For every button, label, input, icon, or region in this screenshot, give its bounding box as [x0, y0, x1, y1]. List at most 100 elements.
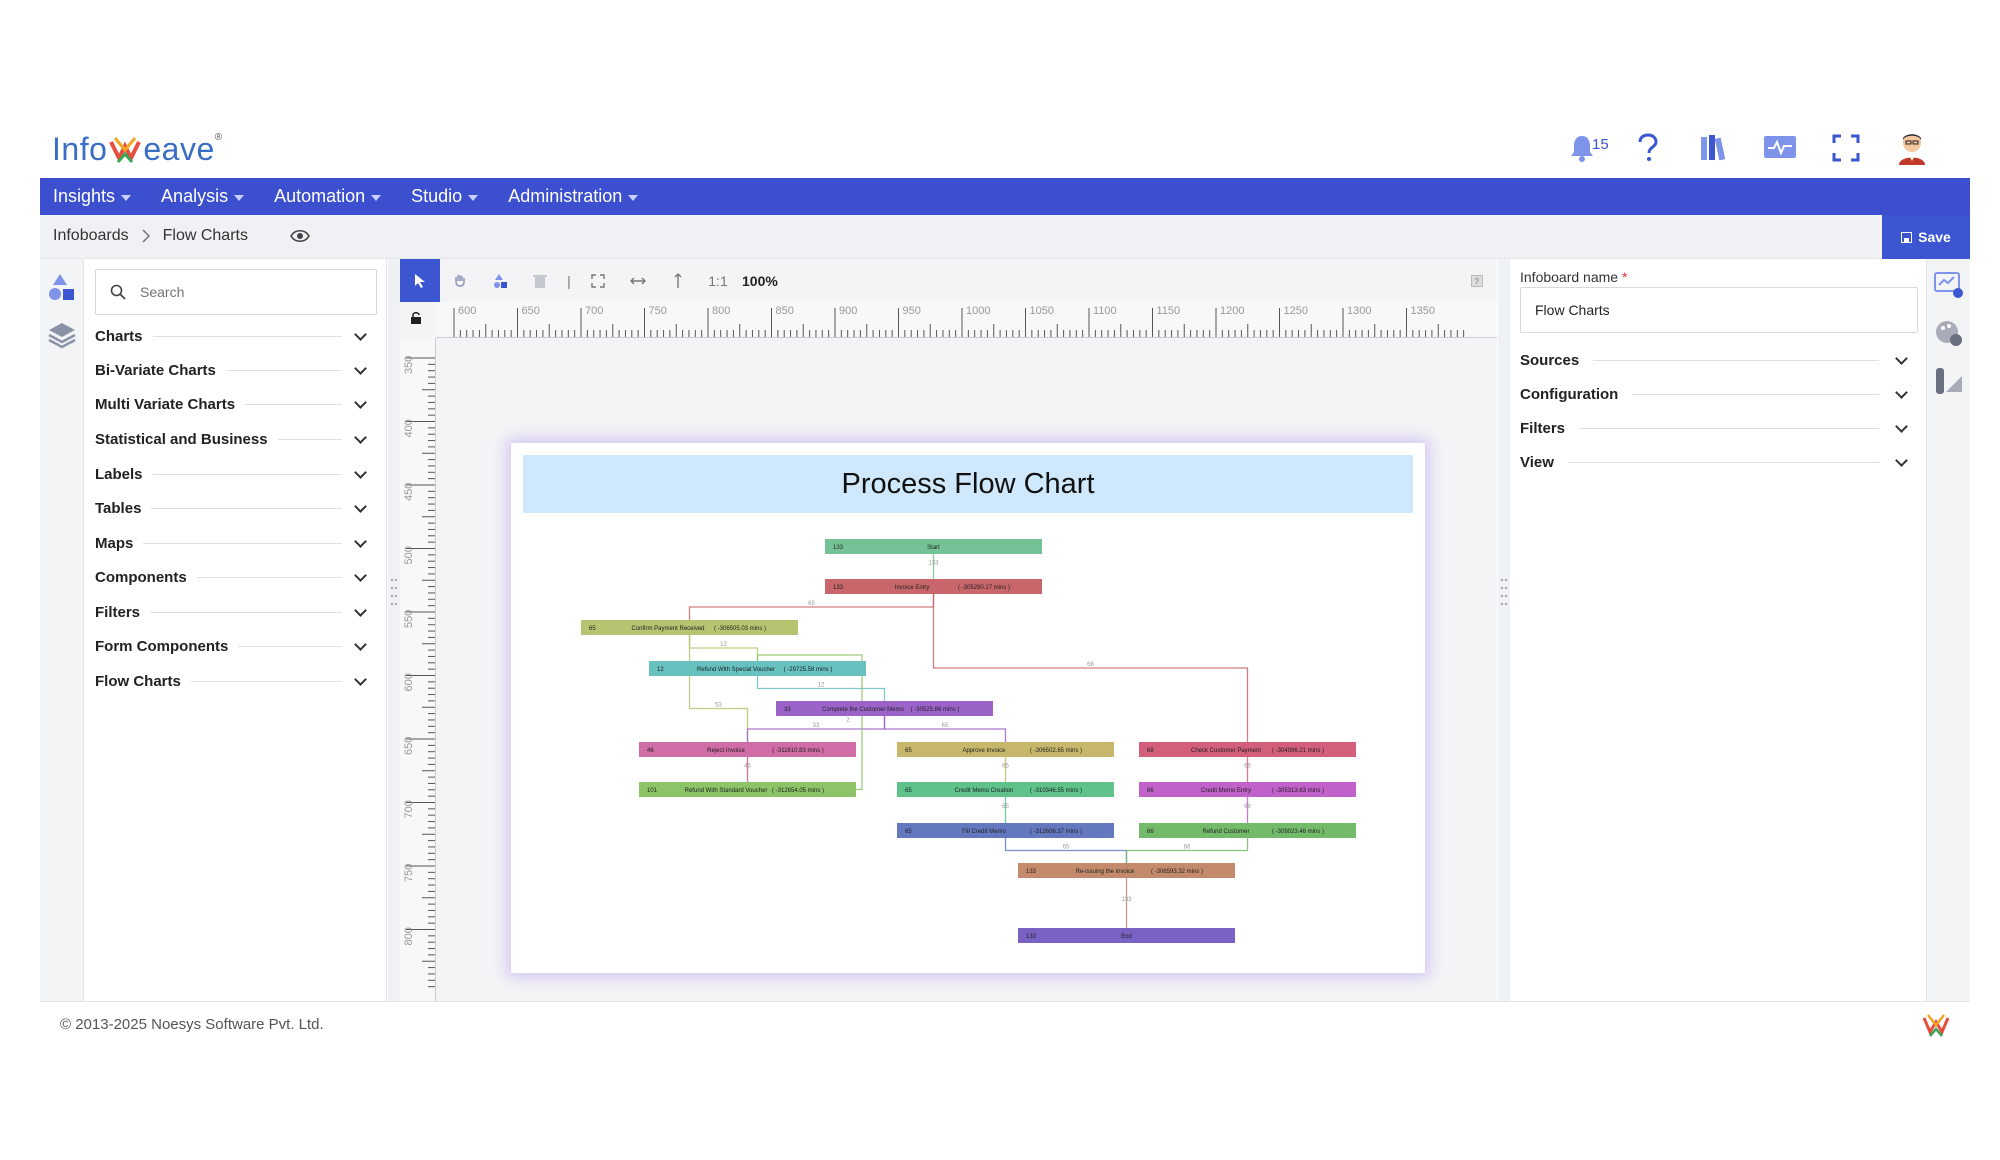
ruler-label: 1350 — [1411, 305, 1435, 317]
flow-node-duration: ( -311610.83 mins ) — [772, 748, 824, 754]
search-icon — [110, 284, 126, 300]
ruler-label: 1300 — [1347, 305, 1371, 317]
shapes-tool[interactable] — [480, 259, 520, 302]
category-flow-charts[interactable]: Flow Charts — [95, 667, 377, 695]
chevron-down-icon — [354, 499, 367, 513]
flow-chart-widget[interactable]: 133 65 68 12 53 12 33 65 46 2 65 65 66 66 65 66 133 133 St… — [511, 443, 1425, 973]
right-splitter[interactable] — [1498, 259, 1510, 1001]
flow-edge-label: 2 — [846, 718, 850, 724]
category-filters[interactable]: Filters — [95, 598, 377, 626]
category-charts[interactable]: Charts — [95, 322, 377, 350]
flow-node-check-payment[interactable]: 68 Check Customer Payment ( -304996.21 min… — [1139, 742, 1356, 757]
category-labels[interactable]: Labels — [95, 460, 377, 488]
category-tables[interactable]: Tables — [95, 494, 377, 522]
lock-icon[interactable] — [410, 311, 422, 325]
ruler-label: 1150 — [1157, 305, 1181, 317]
section-filters[interactable]: Filters — [1520, 414, 1918, 442]
section-configuration[interactable]: Configuration — [1520, 380, 1918, 408]
divider — [152, 335, 342, 337]
flow-node-credit-memo-entry[interactable]: 66 Credit Memo Entry ( -305313.63 mins ) — [1139, 782, 1356, 797]
category-maps[interactable]: Maps — [95, 529, 377, 557]
ruler-label: 1050 — [1030, 305, 1054, 317]
flow-node-label: Confirm Payment Received — [631, 626, 704, 632]
fit-to-screen-tool[interactable] — [578, 259, 618, 302]
actual-size-tool[interactable]: 1:1 — [698, 259, 738, 302]
category-label: Maps — [95, 534, 134, 552]
ruler-label: 600 — [458, 305, 476, 317]
category-label: Flow Charts — [95, 672, 181, 690]
flow-node-duration: ( -29725.58 mins ) — [784, 667, 833, 673]
flow-node-complete-memo[interactable]: 33 Complete the Customer Memo ( -30525.86 … — [776, 701, 993, 716]
nav-studio[interactable]: Studio — [411, 186, 479, 207]
flow-node-count: 133 — [1026, 869, 1037, 875]
divider — [225, 369, 342, 371]
flow-node-fill-credit-memo[interactable]: 65 Fill Credit Memo ( -312606.37 mins ) — [897, 823, 1114, 838]
footer: © 2013-2025 Noesys Software Pvt. Ltd. — [40, 1001, 1970, 1050]
flow-node-duration: ( -30525.86 mins ) — [911, 707, 960, 713]
fit-height-tool[interactable] — [658, 259, 698, 302]
flow-edge-label: 133 — [928, 561, 939, 567]
delete-tool[interactable] — [520, 259, 560, 302]
widget-properties-tab[interactable] — [1933, 269, 1965, 301]
flow-node-count: 65 — [905, 788, 912, 794]
flow-edge — [746, 716, 886, 742]
infoveave-logo[interactable]: Info eave ® — [52, 126, 223, 172]
chevron-down-icon — [354, 603, 367, 617]
flow-node-approve-invoice[interactable]: 65 Approve Invoice ( -306502.65 mins ) — [897, 742, 1114, 757]
flow-node-end[interactable]: 133 End — [1018, 928, 1235, 943]
user-avatar[interactable] — [1894, 130, 1930, 166]
flow-node-label: Credit Memo Entry — [1201, 788, 1251, 794]
nav-automation[interactable]: Automation — [274, 186, 382, 207]
category-bi-variate-charts[interactable]: Bi-Variate Charts — [95, 356, 377, 384]
breadcrumb-infoboards[interactable]: Infoboards — [53, 227, 129, 245]
infoboard-name-input[interactable] — [1520, 287, 1918, 333]
section-label: Sources — [1520, 351, 1580, 369]
eye-icon[interactable] — [290, 229, 310, 243]
save-button[interactable]: Save — [1882, 215, 1970, 259]
flow-node-confirm-payment[interactable]: 65 Confirm Payment Received ( -306505.03 m… — [581, 620, 798, 635]
notifications-button[interactable]: 15 — [1564, 130, 1609, 166]
layers-tab[interactable] — [46, 319, 78, 351]
library-button[interactable] — [1696, 130, 1732, 166]
nav-administration[interactable]: Administration — [508, 186, 639, 207]
category-form-components[interactable]: Form Components — [95, 632, 377, 660]
section-sources[interactable]: Sources — [1520, 346, 1918, 374]
chevron-down-icon — [354, 672, 367, 686]
pan-tool[interactable] — [440, 259, 480, 302]
section-view[interactable]: View — [1520, 448, 1918, 476]
toolbar-separator: | — [567, 272, 571, 289]
category-components[interactable]: Components — [95, 563, 377, 591]
nav-analysis[interactable]: Analysis — [161, 186, 245, 207]
flow-node-invoice-entry[interactable]: 133 Invoice Entry ( -305290.17 mins ) — [825, 579, 1042, 594]
flow-node-refund-customer[interactable]: 66 Refund Customer ( -309023.46 mins ) — [1139, 823, 1356, 838]
divider — [1567, 461, 1879, 463]
category-statistical-business[interactable]: Statistical and Business — [95, 425, 377, 453]
search-input[interactable] — [140, 284, 360, 300]
flow-node-credit-memo-creation[interactable]: 65 Credit Memo Creation ( -310346.55 mins … — [897, 782, 1114, 797]
flow-node-reject-invoice[interactable]: 46 Reject Invoice ( -311610.83 mins ) — [639, 742, 856, 757]
drag-handle-icon — [390, 578, 398, 606]
fit-width-tool[interactable] — [618, 259, 658, 302]
theme-tab[interactable] — [1933, 317, 1965, 349]
flow-node-count: 66 — [1147, 829, 1154, 835]
select-tool[interactable] — [400, 259, 440, 302]
main-navigation: Insights Analysis Automation Studio Admi… — [40, 178, 1970, 215]
canvas-toolbar: | 1:1 100% ? — [400, 259, 1497, 302]
avatar-icon — [1899, 134, 1925, 165]
flow-node-refund-standard[interactable]: 101 Refund With Standard Voucher ( -312654… — [639, 782, 856, 797]
flow-node-start[interactable]: 133 Start — [825, 539, 1042, 554]
widgets-tab[interactable] — [46, 271, 78, 303]
nav-insights[interactable]: Insights — [53, 186, 132, 207]
category-multi-variate-charts[interactable]: Multi Variate Charts — [95, 390, 377, 418]
help-small-icon[interactable]: ? — [1471, 275, 1483, 287]
fullscreen-button[interactable] — [1828, 130, 1864, 166]
flow-node-label: Complete the Customer Memo — [822, 707, 904, 713]
caret-down-icon — [371, 195, 382, 201]
help-button[interactable] — [1630, 130, 1666, 166]
flow-node-reissuing-invoice[interactable]: 133 Re-issuing the invoice ( -306593.32 mi… — [1018, 863, 1235, 878]
data-tab[interactable] — [1933, 365, 1965, 397]
monitor-button[interactable] — [1762, 130, 1798, 166]
divider — [238, 645, 342, 647]
flow-node-refund-special[interactable]: 12 Refund With Special Voucher ( -29725.58… — [649, 661, 866, 676]
left-splitter[interactable] — [388, 259, 400, 1001]
